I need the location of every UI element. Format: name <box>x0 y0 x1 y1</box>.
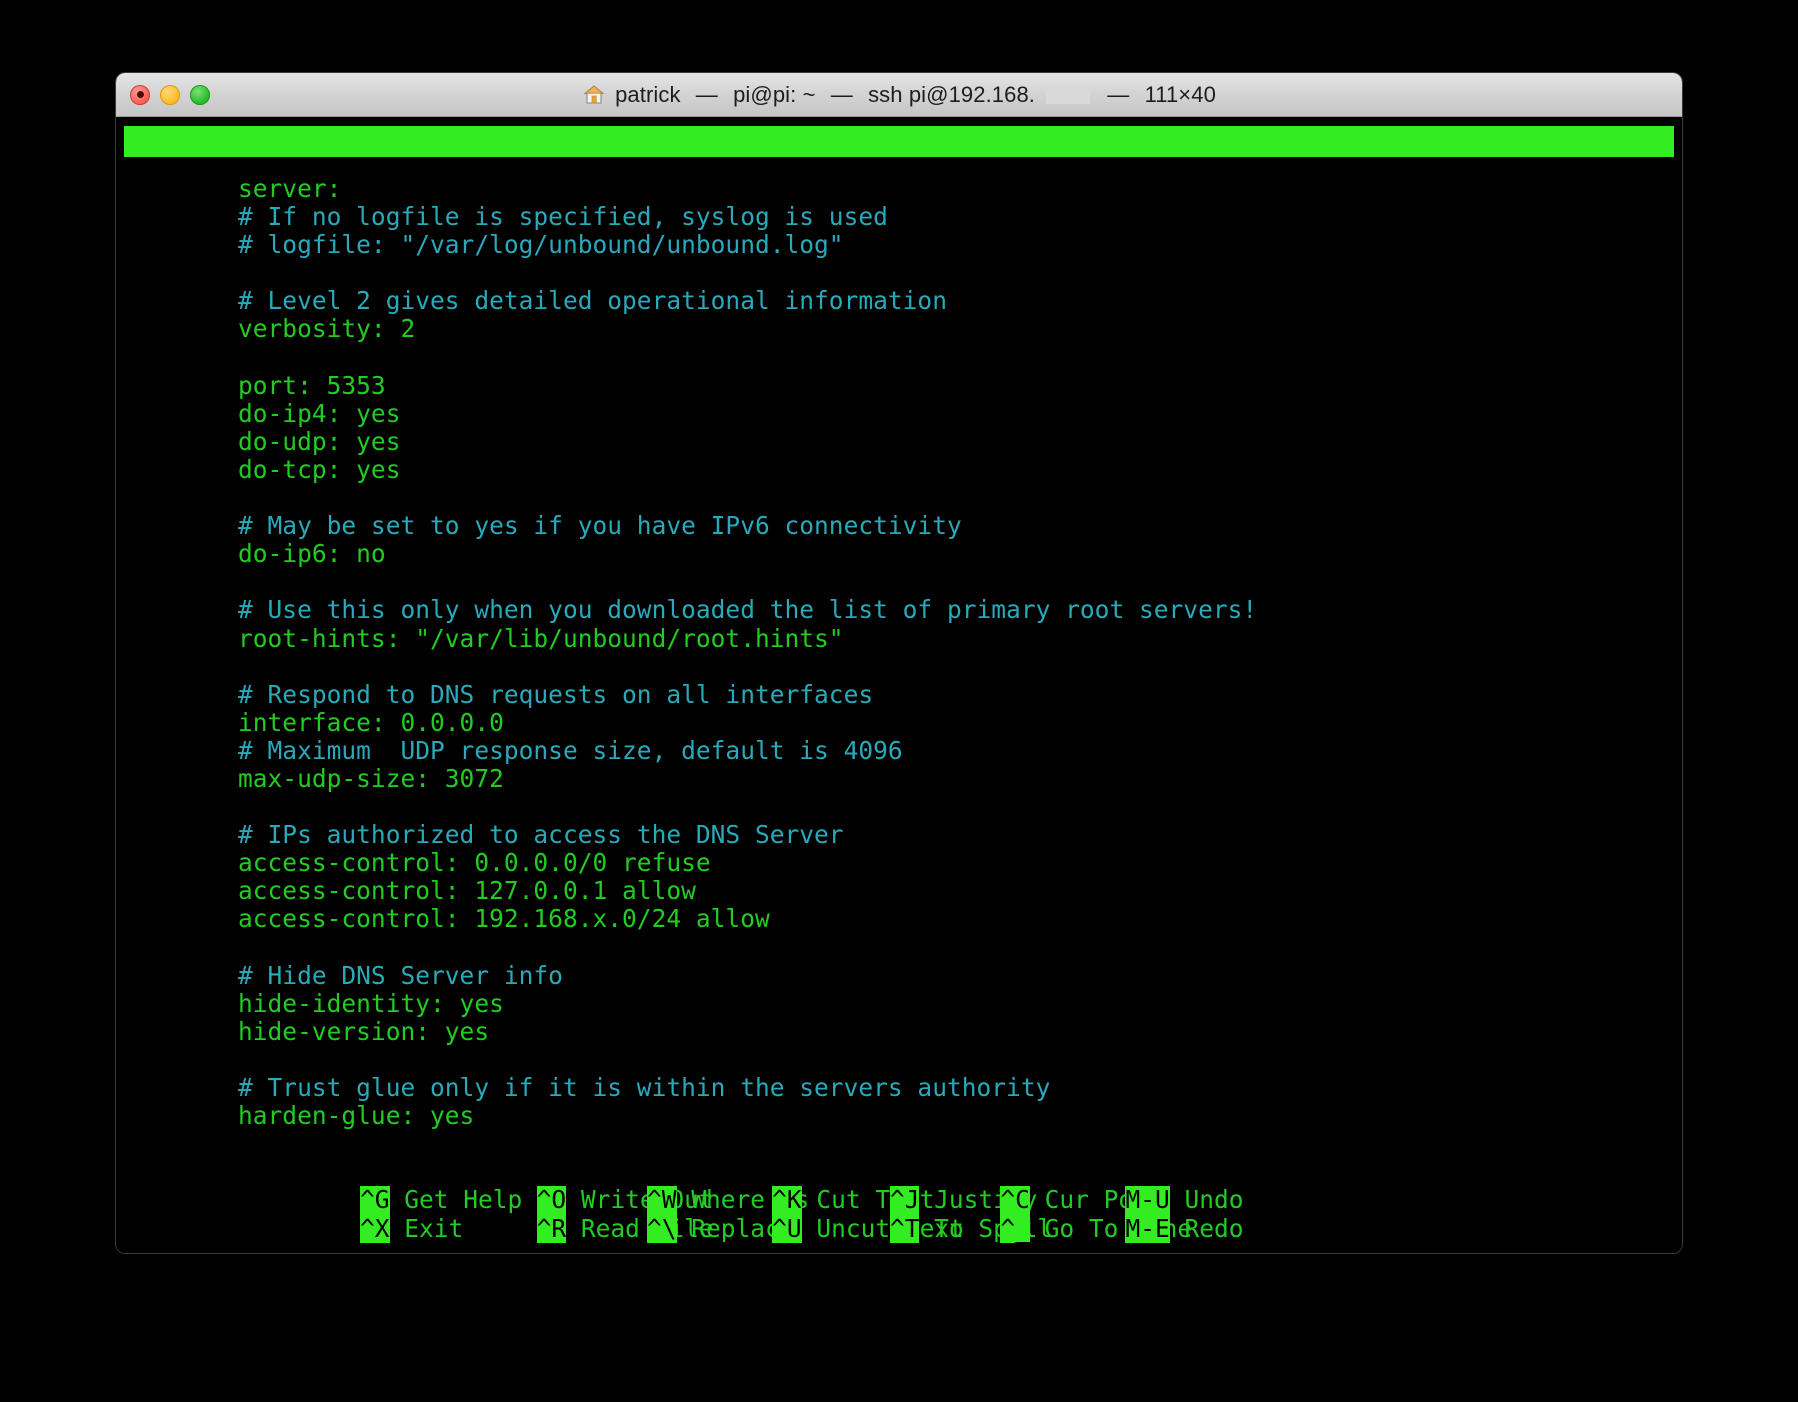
shortcut-key-go-to-line: ^_ <box>1000 1213 1030 1243</box>
editor-line: root-hints: "/var/lib/unbound/root.hints… <box>238 623 844 653</box>
terminal-window: patrick — pi@pi: ~ — ssh pi@192.168. — 1… <box>116 73 1682 1253</box>
window-title: patrick — pi@pi: ~ — ssh pi@192.168. — 1… <box>582 82 1216 108</box>
shortcut-key-replace: ^\ <box>647 1213 677 1243</box>
shortcut-key-where-is: ^W <box>647 1185 677 1215</box>
editor-line: # Trust glue only if it is within the se… <box>238 1073 1051 1102</box>
shortcut-get-help[interactable]: ^G Get Help <box>360 1185 523 1215</box>
shortcut-exit[interactable]: ^X Exit <box>360 1213 464 1243</box>
editor-line: # logfile: "/var/log/unbound/unbound.log… <box>238 230 844 260</box>
editor-line: verbosity: 2 <box>238 314 416 344</box>
editor-line: access-control: 192.168.x.0/24 allow <box>238 904 770 934</box>
shortcut-label-undo: Undo <box>1169 1185 1244 1214</box>
close-dot-icon <box>136 91 144 98</box>
shortcut-key-exit: ^X <box>360 1213 390 1243</box>
editor-line: do-ip4: yes <box>238 398 401 428</box>
shortcut-key-cut-text: ^K <box>772 1185 802 1215</box>
editor-line: max-udp-size: 3072 <box>238 763 504 793</box>
editor-line: harden-glue: yes <box>238 1101 475 1131</box>
shortcut-key-cur-pos: ^C <box>1000 1185 1030 1215</box>
minimize-button[interactable] <box>160 84 180 105</box>
editor-line: port: 5353 <box>238 370 386 400</box>
shortcut-key-read-file: ^R <box>536 1213 567 1243</box>
shortcut-key-redo: M-E <box>1125 1213 1170 1243</box>
editor-line: # IPs authorized to access the DNS Serve… <box>238 820 844 850</box>
title-user: patrick <box>615 81 681 107</box>
editor-line: server: <box>238 175 342 203</box>
nano-title-bar: GNU nano 3.2 /etc/unbound/unbound.conf.d… <box>124 126 1674 249</box>
window-titlebar: patrick — pi@pi: ~ — ssh pi@192.168. — 1… <box>116 73 1682 117</box>
shortcut-key-justify: ^J <box>889 1185 920 1215</box>
title-ssh-command: ssh pi@192.168. <box>868 81 1036 107</box>
shortcut-label-exit: Exit <box>389 1213 464 1243</box>
editor-line: # May be set to yes if you have IPv6 con… <box>238 511 962 541</box>
title-separator-1: — <box>689 81 725 107</box>
editor-line: do-udp: yes <box>238 426 401 456</box>
editor-line: # Use this only when you downloaded the … <box>238 595 1258 625</box>
editor-line: access-control: 0.0.0.0/0 refuse <box>238 848 711 878</box>
zoom-button[interactable] <box>190 84 210 105</box>
close-button[interactable] <box>130 84 150 105</box>
editor-line: hide-version: yes <box>238 1016 490 1046</box>
editor-line: # Maximum UDP response size, default is … <box>238 735 903 765</box>
home-icon <box>583 84 605 104</box>
shortcut-redo[interactable]: M-E Redo <box>1125 1213 1244 1243</box>
title-terminal-size: 111×40 <box>1144 81 1216 107</box>
editor-line: access-control: 127.0.0.1 allow <box>238 876 696 906</box>
shortcut-label-redo: Redo <box>1169 1213 1244 1243</box>
editor-line: # Respond to DNS requests on all interfa… <box>238 679 874 709</box>
editor-line: hide-identity: yes <box>238 988 504 1018</box>
shortcut-label-get-help: Get Help <box>389 1185 523 1214</box>
shortcut-key-uncut-text: ^U <box>772 1213 802 1243</box>
shortcut-undo[interactable]: M-U Undo <box>1125 1185 1244 1215</box>
screen: patrick — pi@pi: ~ — ssh pi@192.168. — 1… <box>0 0 1798 1402</box>
editor-line: do-ip6: no <box>238 539 386 569</box>
nano-shortcut-bar: ^G Get Help ^O Write Out ^W Where Is ^K Cut… <box>116 1185 1682 1243</box>
editor-line: # If no logfile is specified, syslog is … <box>238 202 888 232</box>
editor-line: interface: 0.0.0.0 <box>238 707 504 737</box>
editor-line: # Hide DNS Server info <box>238 960 563 990</box>
editor-line: # Level 2 gives detailed operational inf… <box>238 286 947 316</box>
window-controls <box>130 73 210 116</box>
title-host: pi@pi: ~ <box>733 81 816 107</box>
editor-line: do-tcp: yes <box>238 454 401 484</box>
terminal-content[interactable]: GNU nano 3.2 /etc/unbound/unbound.conf.d… <box>116 117 1682 1253</box>
redacted-ip-block <box>1046 85 1091 104</box>
title-separator-2: — <box>824 81 860 107</box>
shortcut-row-1: ^G Get Help ^O Write Out ^W Where Is ^K Cut… <box>238 1185 1682 1215</box>
shortcut-key-to-spell: ^T <box>889 1213 920 1243</box>
shortcut-key-write-out: ^O <box>536 1185 567 1215</box>
shortcut-row-2: ^X Exit ^R Read File ^\ Replace ^U Uncut Te… <box>238 1213 1682 1243</box>
title-separator-3: — <box>1101 81 1136 107</box>
shortcut-key-get-help: ^G <box>360 1185 390 1215</box>
shortcut-key-undo: M-U <box>1125 1185 1170 1215</box>
nano-editor-area[interactable]: server: # If no logfile is specified, sys… <box>116 175 1682 1161</box>
